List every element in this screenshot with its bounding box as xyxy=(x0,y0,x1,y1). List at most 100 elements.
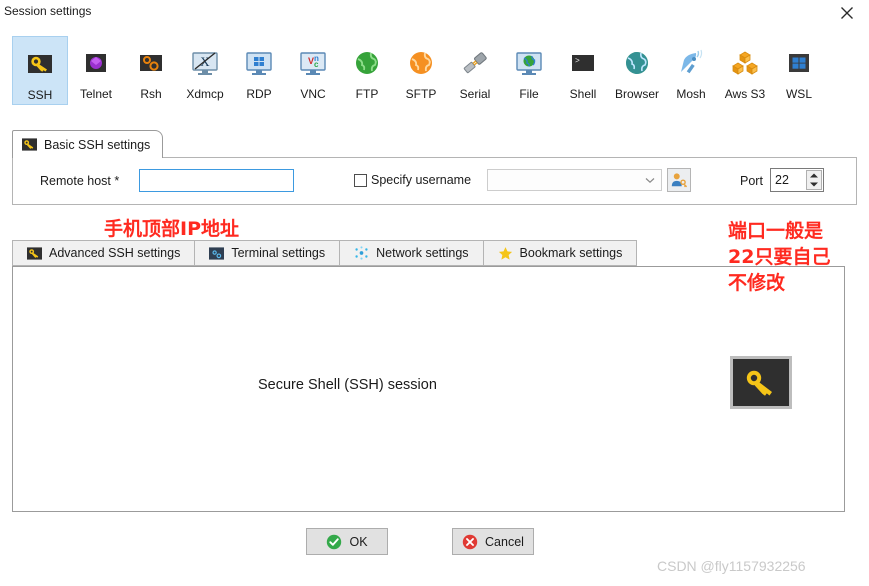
protocol-wsl[interactable]: WSL xyxy=(771,36,827,105)
session-content-panel: Secure Shell (SSH) session xyxy=(12,266,845,512)
vnc-icon: V n c xyxy=(300,52,326,75)
caret-up-icon xyxy=(810,173,818,178)
close-button[interactable] xyxy=(825,0,869,25)
sftp-globe-icon xyxy=(410,52,432,74)
basic-settings-panel: Remote host * Specify username Port 22 xyxy=(12,157,857,205)
protocol-label: SFTP xyxy=(405,87,437,101)
aws-s3-icon xyxy=(732,51,758,75)
tab-terminal-settings[interactable]: Terminal settings xyxy=(194,240,341,266)
protocol-label: SSH xyxy=(27,88,53,102)
protocol-label: Aws S3 xyxy=(724,87,766,101)
tab-bookmark-settings[interactable]: Bookmark settings xyxy=(482,240,638,266)
protocol-label: File xyxy=(519,87,539,101)
x-circle-icon xyxy=(462,534,478,549)
protocol-label: WSL xyxy=(785,87,812,101)
rdp-icon xyxy=(246,52,272,75)
network-icon xyxy=(355,246,368,260)
protocol-label: Rsh xyxy=(140,87,162,101)
port-increment-button[interactable] xyxy=(807,171,821,180)
protocol-telnet[interactable]: Telnet xyxy=(68,36,124,105)
protocol-xdmcp[interactable]: X Xdmcp xyxy=(177,36,233,105)
protocol-label: RDP xyxy=(246,87,272,101)
watermark: CSDN @fly1157932256 xyxy=(657,558,806,574)
tab-label: Terminal settings xyxy=(231,246,326,260)
session-description: Secure Shell (SSH) session xyxy=(258,377,437,393)
settings-subtabs: Advanced SSH settings Terminal settings … xyxy=(12,240,638,266)
session-settings-window: Session settings SSH Telnet Rsh Xdmcp RD… xyxy=(0,0,869,586)
protocol-ssh[interactable]: SSH xyxy=(12,36,68,105)
protocol-rdp[interactable]: RDP xyxy=(231,36,287,105)
chevron-down-icon xyxy=(645,178,655,184)
protocol-ftp[interactable]: FTP xyxy=(339,36,395,105)
protocol-label: Mosh xyxy=(676,87,706,101)
xdmcp-icon: X xyxy=(192,52,218,75)
cancel-button[interactable]: Cancel xyxy=(452,528,534,555)
telnet-icon xyxy=(86,54,106,72)
window-title: Session settings xyxy=(4,4,92,18)
close-icon xyxy=(841,6,853,19)
protocol-shell[interactable]: > Shell xyxy=(555,36,611,105)
protocol-browser[interactable]: Browser xyxy=(609,36,665,105)
session-type-icon-frame xyxy=(730,356,792,409)
cancel-label: Cancel xyxy=(485,534,524,549)
checkbox-box xyxy=(354,173,367,187)
key-icon xyxy=(746,370,772,396)
browser-icon xyxy=(626,52,648,74)
file-icon xyxy=(516,52,542,75)
shell-icon: > xyxy=(572,55,594,71)
protocol-label: Browser xyxy=(614,87,659,101)
protocol-label: FTP xyxy=(355,87,379,101)
protocol-label: Shell xyxy=(569,87,597,101)
specify-username-label: Specify username xyxy=(371,173,472,187)
ok-button[interactable]: OK xyxy=(306,528,388,555)
tab-label: Network settings xyxy=(376,246,469,260)
protocol-mosh[interactable]: Mosh xyxy=(663,36,719,105)
tab-label: Basic SSH settings xyxy=(44,137,151,152)
protocol-file[interactable]: File xyxy=(501,36,557,105)
ftp-globe-icon xyxy=(356,52,378,74)
protocol-sftp[interactable]: SFTP xyxy=(393,36,449,105)
svg-text:>: > xyxy=(575,57,580,66)
protocol-vnc[interactable]: V n c VNC xyxy=(285,36,341,105)
port-spin-buttons xyxy=(806,170,822,190)
remote-host-input[interactable] xyxy=(139,169,294,192)
serial-plug-icon xyxy=(463,52,487,74)
protocol-label: Xdmcp xyxy=(186,87,224,101)
key-icon xyxy=(22,138,37,151)
svg-text:c: c xyxy=(314,60,319,69)
port-decrement-button[interactable] xyxy=(807,180,821,189)
username-combobox[interactable] xyxy=(487,169,662,191)
annotation-remote-host: 手机顶部IP地址 xyxy=(104,218,239,240)
title-bar: Session settings xyxy=(0,0,869,25)
port-stepper[interactable]: 22 xyxy=(770,168,824,192)
annotation-port: 端口一般是 22只要自己 不修改 xyxy=(728,220,831,294)
protocol-label: Serial xyxy=(459,87,491,101)
caret-down-icon xyxy=(810,182,818,187)
protocol-label: Telnet xyxy=(79,87,113,101)
check-circle-icon xyxy=(327,534,342,549)
tab-label: Bookmark settings xyxy=(519,246,623,260)
ok-label: OK xyxy=(349,534,368,549)
port-label: Port xyxy=(740,174,763,188)
protocol-aws-s3[interactable]: Aws S3 xyxy=(717,36,773,105)
port-value: 22 xyxy=(775,173,789,187)
rsh-icon xyxy=(140,55,162,71)
protocol-rsh[interactable]: Rsh xyxy=(123,36,179,105)
user-key-icon xyxy=(671,173,688,188)
wsl-icon xyxy=(789,54,809,72)
select-user-key-button[interactable] xyxy=(667,168,691,192)
protocol-label: VNC xyxy=(300,87,326,101)
protocol-toolbar: SSH Telnet Rsh Xdmcp RDP V n c VNC FTP S… xyxy=(0,25,869,115)
terminal-icon xyxy=(209,246,225,260)
tab-label: Advanced SSH settings xyxy=(49,246,181,260)
key-icon xyxy=(28,55,52,73)
star-icon xyxy=(498,246,512,260)
tab-advanced-ssh-settings[interactable]: Advanced SSH settings xyxy=(12,240,196,266)
protocol-serial[interactable]: Serial xyxy=(447,36,503,105)
specify-username-checkbox[interactable]: Specify username xyxy=(354,173,471,187)
key-icon xyxy=(27,246,42,260)
tab-basic-ssh-settings[interactable]: Basic SSH settings xyxy=(12,130,164,158)
remote-host-label: Remote host * xyxy=(40,174,120,188)
mosh-dish-icon xyxy=(681,49,703,74)
tab-network-settings[interactable]: Network settings xyxy=(339,240,484,266)
